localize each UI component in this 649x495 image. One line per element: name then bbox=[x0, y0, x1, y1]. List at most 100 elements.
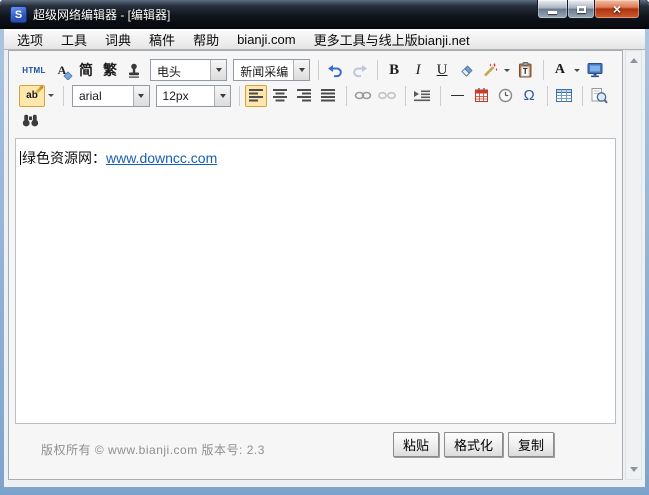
maximize-button[interactable] bbox=[567, 0, 595, 19]
align-left-button[interactable] bbox=[245, 84, 268, 107]
table-icon bbox=[556, 89, 573, 102]
menu-help[interactable]: 帮助 bbox=[184, 29, 228, 49]
bold-button[interactable]: B bbox=[383, 59, 405, 81]
editor-link[interactable]: www.downcc.com bbox=[106, 150, 217, 166]
insert-table-button[interactable] bbox=[553, 85, 575, 107]
eraser-icon bbox=[461, 64, 473, 77]
indent-button[interactable] bbox=[411, 85, 433, 107]
svg-text:T: T bbox=[522, 67, 527, 76]
paste-button[interactable]: 粘贴 bbox=[392, 432, 439, 457]
preview-zoom-button[interactable] bbox=[588, 85, 610, 107]
justify-icon bbox=[320, 89, 335, 102]
font-color-button[interactable]: A bbox=[549, 59, 571, 81]
spellcheck-dropdown-arrow[interactable] bbox=[48, 94, 54, 97]
underline-icon: U bbox=[436, 61, 448, 78]
eraser-button[interactable] bbox=[455, 59, 477, 81]
simplified-chinese-button[interactable]: 简 bbox=[75, 59, 97, 81]
spellcheck-button[interactable]: ab bbox=[19, 84, 45, 107]
magic-wand-button[interactable] bbox=[479, 59, 501, 81]
special-char-button[interactable]: Ω bbox=[518, 85, 540, 107]
underline-button[interactable]: U bbox=[431, 59, 453, 81]
menu-options[interactable]: 选项 bbox=[8, 29, 52, 49]
dateline-combobox[interactable]: 电头 bbox=[150, 59, 228, 81]
font-size-arrow[interactable] bbox=[214, 85, 231, 106]
magic-wand-icon bbox=[484, 63, 498, 77]
scroll-down-button[interactable] bbox=[626, 462, 641, 477]
align-center-button[interactable] bbox=[269, 85, 291, 107]
align-right-icon bbox=[296, 89, 311, 102]
vertical-scrollbar[interactable] bbox=[625, 50, 642, 480]
insert-link-button[interactable] bbox=[352, 85, 374, 107]
separator bbox=[440, 85, 442, 106]
find-button[interactable] bbox=[19, 110, 41, 132]
dateline-combobox-value: 电头 bbox=[157, 65, 182, 79]
font-family-value: arial bbox=[78, 88, 102, 103]
insert-time-button[interactable] bbox=[494, 85, 516, 107]
remove-link-button[interactable] bbox=[376, 85, 398, 107]
toolbar-row-1: HTML A 简 繁 电头 新闻采编 B I U T A bbox=[19, 57, 612, 83]
minimize-icon bbox=[548, 10, 557, 14]
paste-text-button[interactable]: T bbox=[514, 59, 536, 81]
paste-text-clipboard-icon: T bbox=[518, 62, 532, 78]
panel-footer: 版权所有 © www.bianji.com 版本号: 2.3 粘贴 格式化 复制 bbox=[9, 424, 622, 479]
stamp-icon bbox=[129, 63, 139, 78]
traditional-chinese-icon: 繁 bbox=[103, 62, 117, 78]
calendar-icon bbox=[474, 88, 488, 102]
omega-icon: Ω bbox=[523, 87, 535, 104]
horizontal-rule-button[interactable] bbox=[446, 85, 468, 107]
menu-tools[interactable]: 工具 bbox=[52, 29, 96, 49]
italic-icon: I bbox=[415, 61, 421, 78]
traditional-chinese-button[interactable]: 繁 bbox=[99, 59, 121, 81]
separator bbox=[346, 85, 348, 106]
font-family-combobox[interactable]: arial bbox=[71, 84, 150, 107]
horizontal-rule-icon bbox=[450, 95, 464, 96]
clock-icon bbox=[498, 88, 512, 103]
italic-button[interactable]: I bbox=[407, 59, 429, 81]
copy-button[interactable]: 复制 bbox=[507, 432, 554, 457]
toolbar-row-2: ab arial 12px Ω bbox=[19, 83, 612, 108]
font-family-arrow[interactable] bbox=[132, 85, 149, 106]
app-window: S 超级网络编辑器 - [编辑器] × 选项 工具 词典 稿件 帮助 bianj… bbox=[0, 0, 649, 495]
copyright-text: 版权所有 © www.bianji.com 版本号: 2.3 bbox=[41, 443, 265, 457]
indent-icon bbox=[413, 90, 430, 102]
align-center-icon bbox=[272, 89, 287, 102]
preview-monitor-button[interactable] bbox=[584, 59, 606, 81]
font-size-combobox[interactable]: 12px bbox=[155, 84, 232, 107]
undo-button[interactable] bbox=[324, 59, 346, 81]
template-combobox[interactable]: 新闻采编 bbox=[233, 59, 311, 81]
redo-icon bbox=[352, 64, 367, 77]
separator bbox=[405, 85, 407, 106]
template-combobox-arrow[interactable] bbox=[293, 60, 310, 80]
redo-button[interactable] bbox=[348, 59, 370, 81]
binoculars-icon bbox=[22, 114, 38, 127]
html-source-button[interactable]: HTML bbox=[19, 59, 49, 81]
separator bbox=[582, 85, 583, 106]
menu-bianji-com[interactable]: bianji.com bbox=[228, 29, 305, 49]
separator bbox=[547, 85, 549, 106]
menu-manuscript[interactable]: 稿件 bbox=[140, 29, 184, 49]
insert-date-button[interactable] bbox=[470, 85, 492, 107]
dateline-combobox-arrow[interactable] bbox=[210, 60, 227, 80]
toolbar-row-3 bbox=[19, 108, 612, 133]
app-icon: S bbox=[10, 6, 27, 23]
format-button[interactable]: 格式化 bbox=[443, 432, 503, 457]
menu-dictionary[interactable]: 词典 bbox=[96, 29, 140, 49]
font-color-dropdown-arrow[interactable] bbox=[573, 68, 580, 72]
scroll-up-button[interactable] bbox=[626, 53, 641, 68]
align-right-button[interactable] bbox=[293, 85, 315, 107]
text-caret bbox=[20, 151, 21, 165]
magic-wand-dropdown-arrow[interactable] bbox=[504, 68, 511, 72]
separator bbox=[377, 60, 379, 80]
clear-format-button[interactable]: A bbox=[51, 59, 73, 81]
close-button[interactable]: × bbox=[594, 0, 640, 19]
minimize-button[interactable] bbox=[537, 0, 568, 19]
stamp-button[interactable] bbox=[123, 59, 145, 81]
menu-more-tools[interactable]: 更多工具与线上版bianji.net bbox=[305, 29, 479, 49]
undo-icon bbox=[327, 64, 342, 77]
separator bbox=[239, 85, 241, 106]
html-icon: HTML bbox=[22, 65, 46, 75]
scroll-up-icon bbox=[629, 58, 638, 63]
justify-button[interactable] bbox=[317, 85, 339, 107]
simplified-chinese-icon: 简 bbox=[79, 62, 93, 78]
editor-content[interactable]: 绿色资源网：www.downcc.com bbox=[15, 138, 616, 424]
